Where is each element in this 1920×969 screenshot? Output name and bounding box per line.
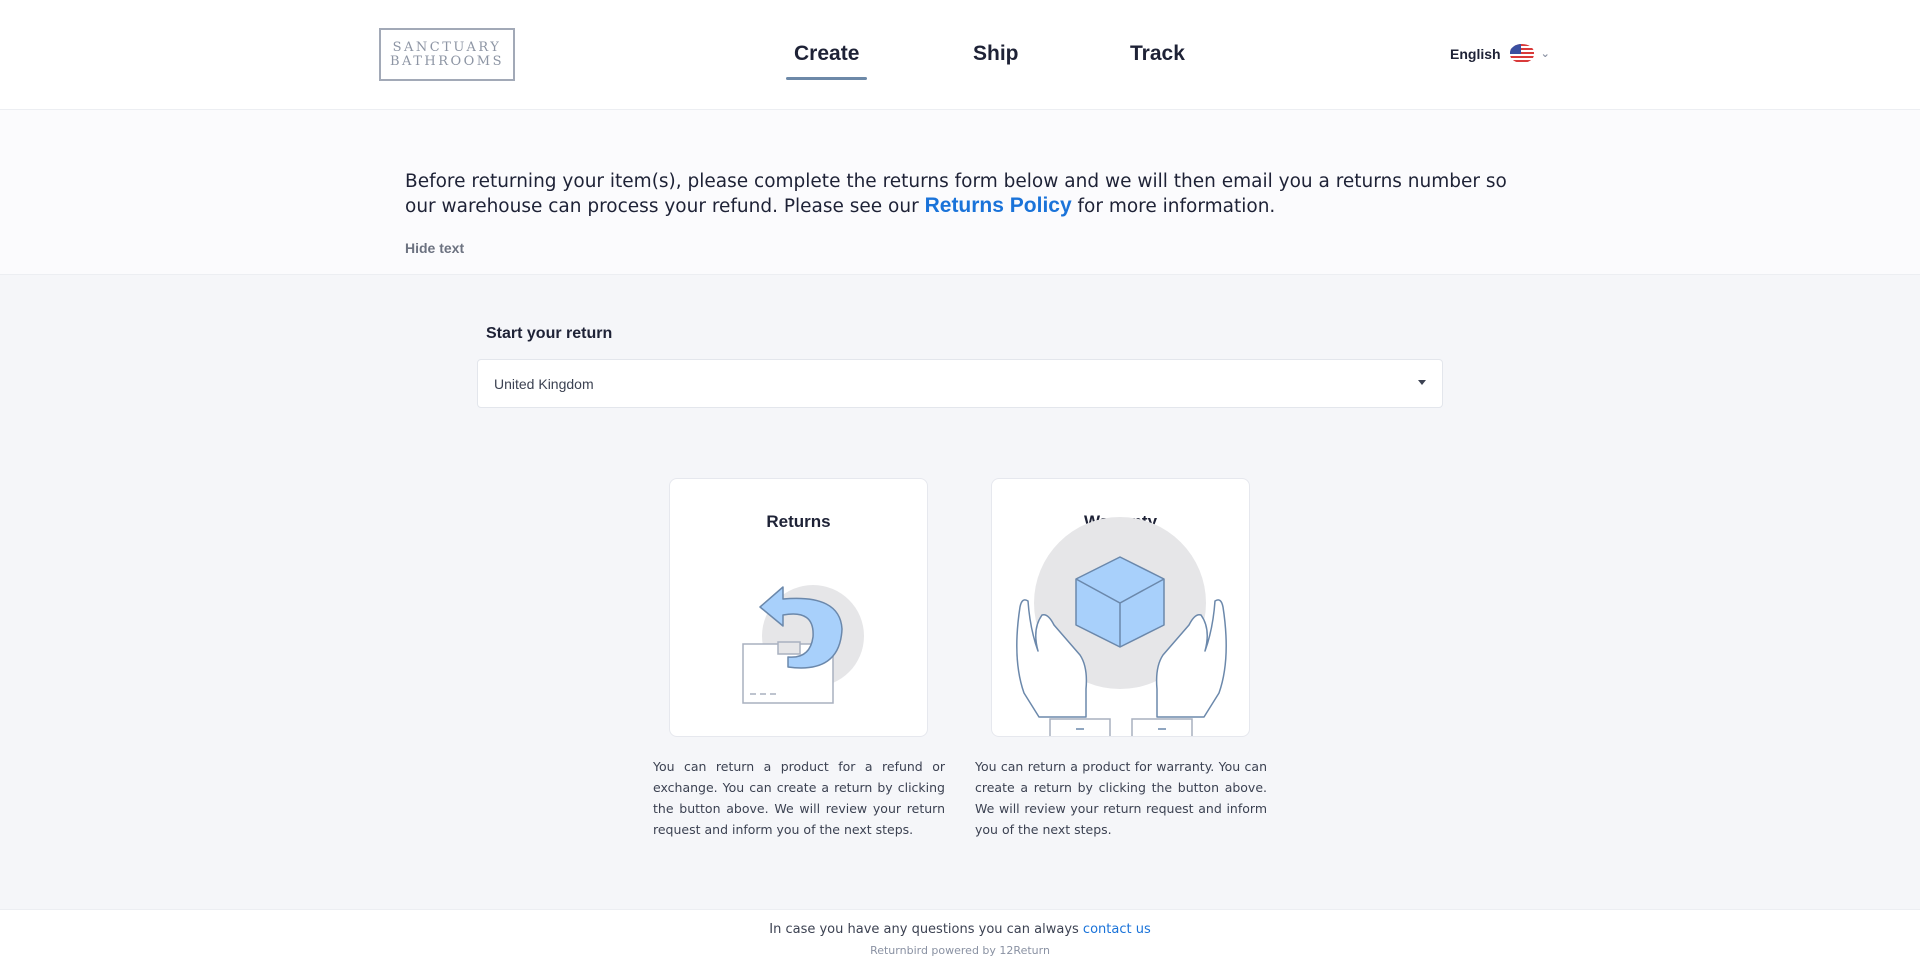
chevron-down-icon: ⌄ bbox=[1540, 48, 1550, 60]
brand-logo[interactable]: SANCTUARY BATHROOMS bbox=[379, 28, 515, 81]
intro-text-after: for more information. bbox=[1071, 196, 1276, 217]
site-footer: In case you have any questions you can a… bbox=[0, 909, 1920, 969]
logo-line-2: BATHROOMS bbox=[389, 53, 505, 69]
footer-question-line: In case you have any questions you can a… bbox=[0, 922, 1920, 937]
language-selector[interactable]: English ⌄ bbox=[1450, 44, 1550, 63]
logo-line-1: SANCTUARY bbox=[392, 39, 502, 55]
returns-card[interactable]: Returns bbox=[669, 478, 928, 737]
us-flag-icon bbox=[1509, 44, 1534, 63]
start-return-label: Start your return bbox=[486, 325, 613, 342]
caret-down-icon bbox=[1418, 380, 1426, 385]
intro-section: Before returning your item(s), please co… bbox=[0, 110, 1920, 275]
country-select[interactable]: United Kingdom bbox=[477, 359, 1443, 408]
powered-by: Returnbird powered by 12Return bbox=[870, 944, 1050, 957]
footer-text: In case you have any questions you can a… bbox=[769, 922, 1083, 937]
tab-create[interactable]: Create bbox=[785, 42, 868, 80]
intro-text: Before returning your item(s), please co… bbox=[405, 170, 1515, 219]
warranty-description: You can return a product for warranty. Y… bbox=[975, 759, 1267, 837]
returns-policy-link[interactable]: Returns Policy bbox=[925, 194, 1072, 217]
hide-text-button[interactable]: Hide text bbox=[405, 240, 464, 256]
language-label: English bbox=[1450, 45, 1501, 62]
tab-track[interactable]: Track bbox=[1130, 42, 1185, 66]
tab-ship[interactable]: Ship bbox=[973, 42, 1019, 66]
warranty-hands-box-icon bbox=[1016, 517, 1227, 736]
country-select-value: United Kingdom bbox=[494, 375, 594, 392]
return-box-icon bbox=[742, 585, 864, 704]
site-header: SANCTUARY BATHROOMS Create Ship Track En… bbox=[0, 0, 1920, 110]
returns-description: You can return a product for a refund or… bbox=[653, 759, 945, 837]
contact-us-link[interactable]: contact us bbox=[1083, 922, 1151, 937]
warranty-card[interactable]: Warranty bbox=[991, 478, 1250, 737]
